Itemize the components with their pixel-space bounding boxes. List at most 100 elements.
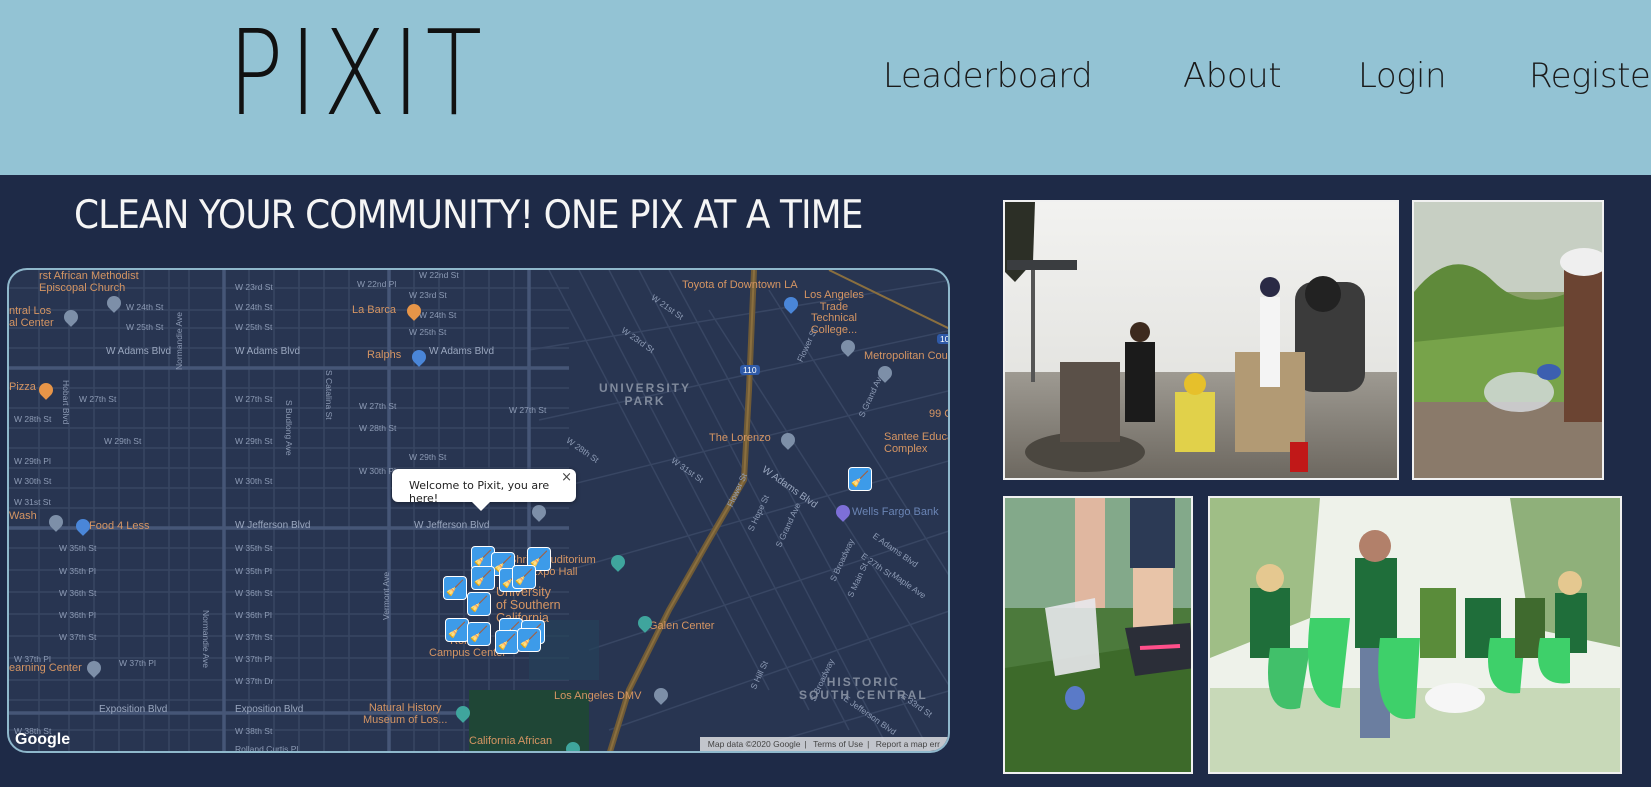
street-label: W 35th St — [235, 543, 273, 553]
street-label: W 24th St — [126, 302, 164, 312]
street-label: W Adams Blvd — [235, 346, 301, 357]
nav-login[interactable]: Login — [1358, 56, 1447, 96]
street-label: W 30th St — [235, 476, 273, 486]
place-label[interactable]: Toyota of Downtown LA — [682, 279, 798, 291]
street-label: W 29th Pl — [14, 456, 51, 466]
street-label: W 38th St — [235, 726, 273, 736]
place-label[interactable]: Ralphs — [367, 349, 401, 361]
photo-green-bags-image — [1210, 498, 1620, 772]
street-label: W Adams Blvd — [106, 346, 172, 357]
map-info-popup: Welcome to Pixit, you are here! × — [392, 469, 576, 511]
street-label: W 28th St — [14, 414, 52, 424]
place-label[interactable]: California African — [469, 735, 552, 747]
cleanup-marker-icon[interactable]: 🧹 — [467, 622, 491, 646]
photo-grass-cleanup — [1412, 200, 1604, 480]
area-label: UNIVERSITY PARK — [599, 381, 692, 409]
street-label: W 28th St — [359, 423, 397, 433]
street-label: W 25th St — [409, 327, 447, 337]
map-widget[interactable]: W 23rd St W 24th St W 24th St W 25th St … — [7, 268, 950, 753]
street-label: W 27th St — [509, 405, 547, 415]
popup-text: Welcome to Pixit, you are here! — [409, 479, 550, 505]
street-label: W 36th Pl — [59, 610, 96, 620]
street-label: W 35th St — [59, 543, 97, 553]
street-label: W Adams Blvd — [429, 346, 495, 357]
street-label: W 30th Pl — [359, 466, 396, 476]
cleanup-marker-icon[interactable]: 🧹 — [512, 565, 536, 589]
cleanup-marker-icon[interactable]: 🧹 — [848, 467, 872, 491]
cleanup-marker-icon[interactable]: 🧹 — [471, 566, 495, 590]
nav-register[interactable]: Register — [1529, 56, 1651, 96]
place-label[interactable]: Wells Fargo Bank — [852, 506, 939, 518]
street-label: W 25th St — [235, 322, 273, 332]
place-label[interactable]: La Barca — [352, 304, 396, 316]
street-label: W 36th Pl — [235, 610, 272, 620]
street-label: W 27th St — [359, 401, 397, 411]
place-label[interactable]: Los Angeles DMV — [554, 690, 641, 702]
photo-grass-cleanup-image — [1414, 202, 1602, 478]
place-label[interactable]: Los Angeles Trade Technical College... — [804, 289, 864, 336]
highway-shield: 110 — [740, 365, 760, 375]
street-label: W 24th St — [419, 310, 457, 320]
street-label: Normandie Ave — [201, 610, 211, 668]
place-label[interactable]: earning Center — [9, 662, 82, 674]
place-label[interactable]: ntral Los al Center — [9, 305, 54, 329]
cleanup-marker-icon[interactable]: 🧹 — [517, 628, 541, 652]
photo-beach-cleanup-image — [1005, 202, 1397, 478]
cleanup-marker-icon[interactable]: 🧹 — [495, 630, 519, 654]
street-label: Rolland Curtis Pl — [235, 744, 299, 753]
cleanup-marker-icon[interactable]: 🧹 — [445, 618, 469, 642]
place-label[interactable]: Wash — [9, 510, 37, 522]
street-label: Exposition Blvd — [99, 704, 168, 715]
place-label[interactable]: The Lorenzo — [709, 432, 771, 444]
street-label: W 24th St — [235, 302, 273, 312]
street-label: W 37th St — [59, 632, 97, 642]
map-data-label: Map data ©2020 Google — [707, 739, 801, 749]
terms-link[interactable]: Terms of Use — [813, 739, 863, 749]
street-label: W 37th St — [235, 632, 273, 642]
street-label: W 35th Pl — [235, 566, 272, 576]
street-label: W 25th St — [126, 322, 164, 332]
page-headline: CLEAN YOUR COMMUNITY! ONE PIX AT A TIME — [74, 193, 863, 238]
google-logo[interactable]: Google — [15, 731, 70, 749]
street-label: W 22nd St — [419, 270, 459, 280]
street-label: W 27th St — [79, 394, 117, 404]
cleanup-marker-icon[interactable]: 🧹 — [443, 576, 467, 600]
street-label: Hobart Blvd — [61, 380, 71, 425]
nav-leaderboard[interactable]: Leaderboard — [883, 56, 1093, 96]
highway-shield: 10 — [937, 334, 948, 344]
street-label: S Catalina St — [324, 370, 334, 420]
street-label: W 29th St — [235, 436, 273, 446]
place-label[interactable]: Santee Educa Complex — [884, 431, 948, 455]
street-label: Exposition Blvd — [235, 704, 304, 715]
street-label: W 37th Pl — [119, 658, 156, 668]
logo[interactable]: PIXIT — [228, 14, 488, 132]
street-label: W 35th Pl — [59, 566, 96, 576]
street-label: W 36th St — [235, 588, 273, 598]
street-label: W Jefferson Blvd — [235, 520, 311, 531]
street-label: W 37th Dr — [235, 676, 274, 686]
nav-about[interactable]: About — [1183, 56, 1282, 96]
photo-glove-cleanup-image — [1005, 498, 1191, 772]
place-label[interactable]: Metropolitan Cou — [864, 350, 948, 362]
street-label: W 23rd St — [235, 282, 273, 292]
place-label[interactable]: Galen Center — [649, 620, 714, 632]
place-label[interactable]: rst African Methodist Episcopal Church — [39, 270, 139, 294]
popup-close-icon[interactable]: × — [561, 470, 572, 485]
street-label: W 30th St — [14, 476, 52, 486]
street-label: S Budlong Ave — [284, 400, 294, 456]
photo-green-bags — [1208, 496, 1622, 774]
place-label[interactable]: Food 4 Less — [89, 520, 150, 532]
street-label: W 37th Pl — [235, 654, 272, 664]
cleanup-marker-icon[interactable]: 🧹 — [467, 592, 491, 616]
place-label[interactable]: Natural History Museum of Los... — [363, 702, 447, 726]
street-label: W 23rd St — [409, 290, 447, 300]
street-label: Normandie Ave — [174, 312, 184, 370]
area-label: HISTORIC SOUTH CENTRAL — [799, 675, 928, 703]
street-label: W 27th St — [235, 394, 273, 404]
report-link[interactable]: Report a map err — [876, 739, 940, 749]
street-label: W 29th St — [409, 452, 447, 462]
street-label: W Jefferson Blvd — [414, 520, 490, 531]
place-label[interactable]: Pizza — [9, 381, 36, 393]
street-label: W 36th St — [59, 588, 97, 598]
place-label[interactable]: 99 C — [929, 408, 948, 420]
